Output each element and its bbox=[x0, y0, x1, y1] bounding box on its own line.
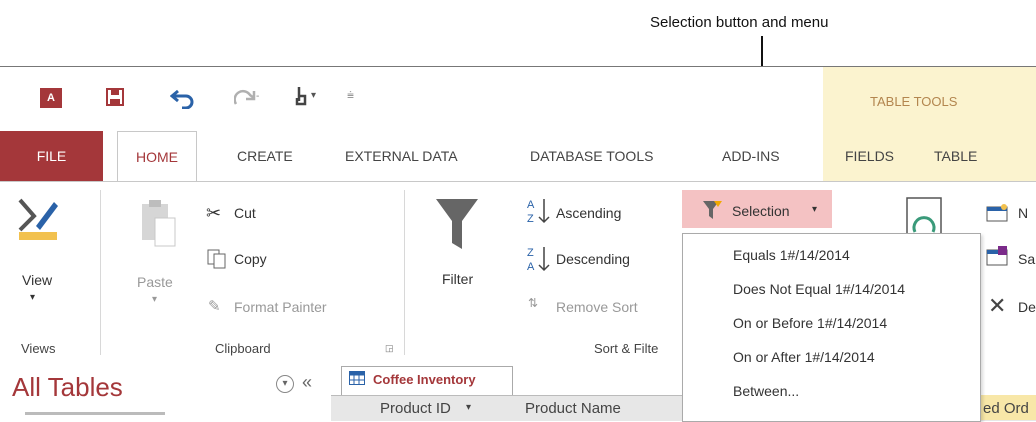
format-painter-button[interactable]: Format Painter bbox=[234, 299, 327, 315]
nav-options-icon[interactable]: ▾ bbox=[276, 375, 294, 393]
nav-pane-title: All Tables bbox=[12, 372, 123, 402]
menu-item-on-or-before[interactable]: On or Before 1#/14/2014 bbox=[733, 315, 887, 331]
cut-button[interactable]: Cut bbox=[234, 205, 256, 221]
paste-dropdown-icon[interactable]: ▾ bbox=[152, 294, 157, 305]
redo-icon[interactable]: - bbox=[234, 86, 262, 108]
format-painter-icon[interactable]: ✎ bbox=[208, 297, 221, 315]
clipboard-group-label: Clipboard bbox=[215, 341, 271, 356]
menu-item-between[interactable]: Between... bbox=[733, 383, 799, 399]
selection-filter-icon bbox=[703, 201, 722, 219]
svg-text:Z: Z bbox=[527, 247, 534, 259]
save-record-button[interactable]: Sa bbox=[1018, 251, 1035, 267]
touch-mode-icon[interactable]: ▾ bbox=[292, 84, 320, 108]
ascending-icon[interactable]: AZ bbox=[526, 196, 552, 226]
callout-label: Selection button and menu bbox=[650, 14, 829, 31]
descending-icon[interactable]: ZA bbox=[526, 244, 552, 274]
copy-icon[interactable] bbox=[206, 248, 228, 270]
table-tools-label: TABLE TOOLS bbox=[870, 94, 958, 109]
svg-text:A: A bbox=[527, 261, 535, 273]
svg-text:▾: ▾ bbox=[311, 90, 316, 101]
tab-external-data[interactable]: EXTERNAL DATA bbox=[345, 131, 458, 181]
access-logo-icon[interactable]: A bbox=[40, 88, 62, 108]
descending-button[interactable]: Descending bbox=[556, 251, 630, 267]
remove-sort-button[interactable]: Remove Sort bbox=[556, 299, 638, 315]
view-dropdown-icon[interactable]: ▾ bbox=[30, 292, 35, 303]
selection-label: Selection bbox=[732, 203, 790, 219]
document-tab-label: Coffee Inventory bbox=[373, 372, 476, 387]
svg-text:A: A bbox=[527, 199, 535, 211]
tab-create[interactable]: CREATE bbox=[237, 131, 293, 181]
copy-button[interactable]: Copy bbox=[234, 251, 267, 267]
customize-qat-icon[interactable]: ⩧ bbox=[347, 88, 354, 103]
tab-file[interactable]: FILE bbox=[0, 131, 103, 181]
tab-table[interactable]: TABLE bbox=[934, 131, 977, 181]
column-header-product-name[interactable]: Product Name bbox=[525, 400, 621, 417]
filter-icon[interactable] bbox=[434, 197, 480, 251]
ribbon-tabs: FILE HOME CREATE EXTERNAL DATA DATABASE … bbox=[0, 131, 1036, 183]
column-header-product-id[interactable]: Product ID bbox=[380, 400, 451, 417]
svg-text:Z: Z bbox=[527, 213, 534, 225]
table-icon bbox=[349, 371, 365, 385]
tab-add-ins[interactable]: ADD-INS bbox=[722, 131, 780, 181]
paste-icon[interactable] bbox=[138, 198, 178, 250]
save-record-icon[interactable] bbox=[986, 246, 1008, 266]
tab-database-tools[interactable]: DATABASE TOOLS bbox=[530, 131, 653, 181]
cut-icon[interactable]: ✂ bbox=[206, 203, 221, 224]
nav-collapse-button[interactable]: « bbox=[302, 372, 312, 393]
paste-button[interactable]: Paste bbox=[137, 274, 173, 290]
views-group-label: Views bbox=[21, 341, 56, 356]
new-record-button[interactable]: N bbox=[1018, 205, 1028, 221]
filter-button[interactable]: Filter bbox=[442, 271, 473, 287]
view-icon[interactable] bbox=[16, 196, 60, 244]
sort-filter-group-label: Sort & Filte bbox=[594, 341, 659, 356]
column-header-dropdown-icon[interactable]: ▾ bbox=[466, 402, 471, 413]
remove-sort-icon[interactable]: ⇅ bbox=[528, 296, 538, 310]
menu-item-does-not-equal[interactable]: Does Not Equal 1#/14/2014 bbox=[733, 281, 905, 297]
save-icon[interactable] bbox=[106, 88, 124, 106]
selection-menu: Equals 1#/14/2014 Does Not Equal 1#/14/2… bbox=[682, 233, 981, 422]
clipboard-launcher-icon[interactable]: ◲ bbox=[385, 343, 394, 354]
delete-record-icon[interactable]: ✕ bbox=[988, 293, 1006, 319]
column-header-ordered[interactable]: ed Ord bbox=[983, 400, 1029, 417]
menu-item-on-or-after[interactable]: On or After 1#/14/2014 bbox=[733, 349, 875, 365]
view-button[interactable]: View bbox=[22, 272, 52, 288]
new-record-icon[interactable] bbox=[986, 204, 1008, 222]
svg-text:-: - bbox=[256, 91, 259, 102]
selection-dropdown-icon: ▾ bbox=[812, 204, 818, 215]
undo-icon[interactable] bbox=[170, 85, 196, 109]
tab-fields[interactable]: FIELDS bbox=[845, 131, 894, 181]
nav-item-partial[interactable] bbox=[25, 406, 175, 420]
menu-item-equals[interactable]: Equals 1#/14/2014 bbox=[733, 247, 850, 263]
delete-record-button[interactable]: De bbox=[1018, 299, 1036, 315]
ascending-button[interactable]: Ascending bbox=[556, 205, 621, 221]
tab-home[interactable]: HOME bbox=[117, 131, 197, 183]
